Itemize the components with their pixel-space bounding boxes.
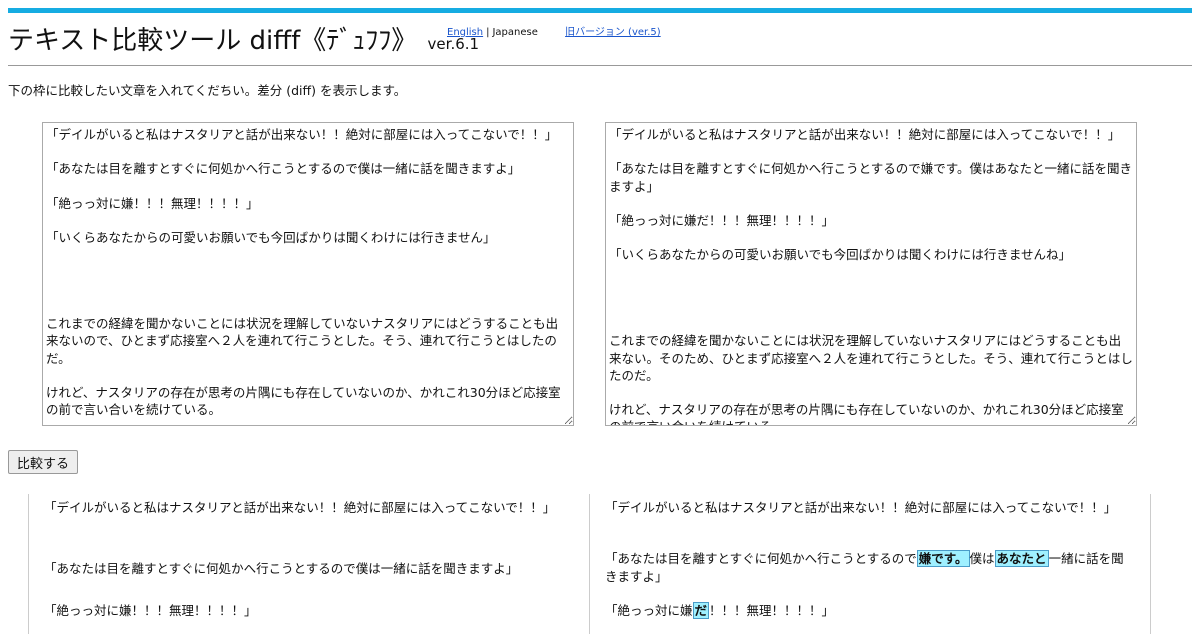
diff-highlight: 嫌です。 [916,550,970,567]
diff-highlight: だ [692,602,710,619]
page-title: テキスト比較ツール difff《ﾃﾞｭﾌﾌ》 ver.6.1 [8,24,479,61]
top-accent-bar [8,8,1192,13]
result-left-paragraph-2: 「あなたは目を離すとすぐに何処かへ行こうとするので僕は一緒に話を聞きますよ」 [44,561,519,576]
result-text-segment: 「絶っっ対に嫌 [605,603,693,618]
result-right-paragraph-2: 「あなたは目を離すとすぐに何処かへ行こうとするので 嫌です。 僕は あなたと 一緒に話を… [605,550,1136,586]
result-text-segment: ！！！無理！！！！」 [709,603,835,618]
compare-button[interactable]: 比較する [8,450,79,474]
instructions-text: 下の枠に比較したい文章を入れてくだちい。差分 (diff) を表示します。 [8,83,407,98]
right-text-input[interactable]: 「デイルがいると私はナスタリアと話が出来ない！！絶対に部屋には入ってこないで！！… [605,122,1137,426]
japanese-current-label: Japanese [492,27,538,38]
lang-separator: | [486,27,490,38]
language-switcher: English | Japanese 旧バージョン (ver.5) [447,23,661,38]
result-left-paragraph-1: 「デイルがいると私はナスタリアと話が出来ない！！絶対に部屋には入ってこないで！！… [44,500,556,515]
header-divider [8,65,1192,66]
result-text-segment: 僕は [969,551,995,566]
result-right-paragraph-3: 「絶っっ対に嫌だ！！！無理！！！！」 [605,602,1136,620]
result-left-paragraph-3: 「絶っっ対に嫌！！！無理！！！！」 [44,603,257,618]
result-text-segment: 「あなたは目を離すとすぐに何処かへ行こうとするので [605,551,917,566]
diff-highlight: あなたと [994,550,1049,567]
old-version-link[interactable]: 旧バージョン (ver.5) [565,27,661,38]
result-right-column: 「デイルがいると私はナスタリアと話が出来ない！！絶対に部屋には入ってこないで！！… [589,494,1151,634]
result-right-paragraph-1: 「デイルがいると私はナスタリアと話が出来ない！！絶対に部屋には入ってこないで！！… [605,500,1117,515]
english-link[interactable]: English [447,27,483,38]
result-left-column: 「デイルがいると私はナスタリアと話が出来ない！！絶対に部屋には入ってこないで！！… [28,494,590,634]
left-text-input[interactable]: 「デイルがいると私はナスタリアと話が出来ない！！絶対に部屋には入ってこないで！！… [42,122,574,426]
title-text: テキスト比較ツール difff《ﾃﾞｭﾌﾌ》 [8,26,418,56]
